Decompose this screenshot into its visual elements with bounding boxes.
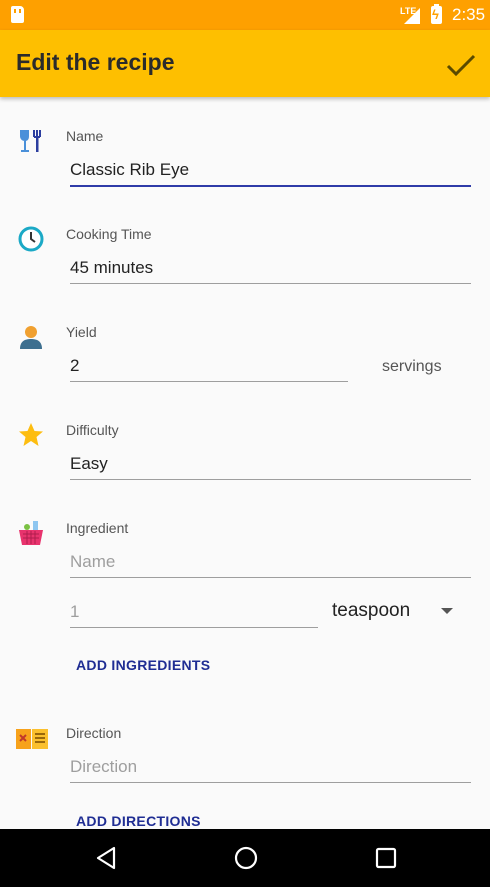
recipe-book-icon [16,729,48,749]
add-ingredients-button[interactable]: ADD INGREDIENTS [76,657,210,673]
yield-label: Yield [66,324,97,340]
difficulty-input[interactable]: Easy [70,454,471,480]
basket-icon [19,521,43,545]
status-bar: LTE 2:35 [0,0,490,30]
ingredient-name-input[interactable]: Name [70,552,471,578]
difficulty-label: Difficulty [66,422,119,438]
dropdown-arrow-icon[interactable] [441,608,453,614]
home-icon[interactable] [234,846,258,870]
name-label: Name [66,128,104,144]
signal-icon [404,8,420,24]
person-icon [20,326,42,349]
check-icon[interactable] [444,48,478,82]
battery-charging-icon [431,4,442,24]
direction-label: Direction [66,725,122,741]
navigation-bar [0,829,490,887]
page-title: Edit the recipe [16,49,175,75]
yield-input[interactable]: 2 [70,356,348,382]
unit-select[interactable]: teaspoon [332,600,410,622]
ingredient-label: Ingredient [66,520,129,536]
clock-time: 2:35 [452,5,486,24]
app-bar: Edit the recipe [0,30,490,97]
clock-icon [18,226,44,252]
recipe-name-input[interactable]: Classic Rib Eye [70,160,471,187]
cooking-time-input[interactable]: 45 minutes [70,258,471,284]
dining-icon [20,130,41,152]
direction-input[interactable]: Direction [70,757,471,783]
add-directions-button[interactable]: ADD DIRECTIONS [76,813,201,829]
ingredient-quantity-input[interactable]: 1 [70,602,318,628]
star-icon [19,423,43,446]
cooking-time-label: Cooking Time [66,226,152,242]
back-icon[interactable] [95,846,117,870]
servings-suffix: servings [382,358,442,375]
sd-card-icon [11,6,24,23]
recents-icon[interactable] [375,846,397,870]
